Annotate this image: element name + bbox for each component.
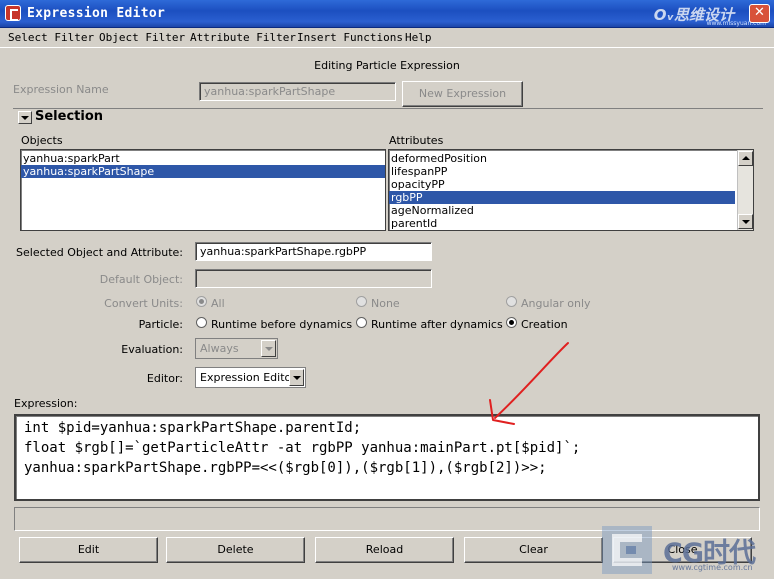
evaluation-label: Evaluation: [121,343,183,356]
convert-units-label: Convert Units: [104,297,183,310]
scroll-down-icon[interactable] [738,214,753,229]
default-object-field[interactable] [195,269,432,288]
attributes-scrollbar[interactable] [737,150,753,230]
convert-units-all-label: All [211,297,225,310]
scroll-up-icon[interactable] [738,151,753,166]
menu-help[interactable]: Help [405,31,432,44]
objects-label: Objects [21,134,63,147]
editor-dropdown[interactable]: Expression Editor [195,367,306,388]
default-object-label: Default Object: [99,273,183,286]
runtime-after-dynamics-radio[interactable] [356,317,367,328]
creation-label: Creation [521,318,568,331]
menu-insert-functions[interactable]: Insert Functions [297,31,403,44]
menu-attribute-filter[interactable]: Attribute Filter [190,31,296,44]
expression-name-field[interactable]: yanhua:sparkPartShape [199,82,396,101]
reload-button[interactable]: Reload [315,537,454,563]
selection-frame-divider [13,108,763,126]
watermark-url: www.cgtime.com.cn [672,563,753,572]
list-item-attribute[interactable]: deformedPosition [389,152,753,165]
evaluation-value: Always [200,342,239,355]
list-item-attribute-selected[interactable]: rgbPP [389,191,735,204]
editor-label: Editor: [146,372,183,385]
clear-button[interactable]: Clear [464,537,603,563]
title-bar[interactable]: Expression Editor Oᵥ思维设计 www.missyuan.co… [0,0,774,28]
convert-units-none-label: None [371,297,400,310]
editing-mode-label: Editing Particle Expression [314,59,460,72]
runtime-before-dynamics-radio[interactable] [196,317,207,328]
attributes-label: Attributes [389,134,444,147]
convert-units-angular-radio[interactable] [506,296,517,307]
delete-button[interactable]: Delete [166,537,305,563]
selected-object-attribute-field[interactable]: yanhua:sparkPartShape.rgbPP [195,242,432,261]
list-item-object-selected[interactable]: yanhua:sparkPartShape [21,165,385,178]
list-item-attribute[interactable]: lifespanPP [389,165,753,178]
list-item-attribute[interactable]: parentId [389,217,753,230]
maya-app-icon[interactable] [5,5,21,21]
menu-select-filter[interactable]: Select Filter [8,31,94,44]
expression-label: Expression: [14,397,78,410]
expression-line: yanhua:sparkPartShape.rgbPP=<<($rgb[0]),… [24,460,547,476]
expression-line: int $pid=yanhua:sparkPartShape.parentId; [24,420,362,436]
edit-button[interactable]: Edit [19,537,158,563]
collapse-arrow-icon[interactable] [18,111,32,124]
new-expression-button[interactable]: New Expression [402,81,523,107]
annotation-arrow-icon [489,342,569,425]
selected-object-attribute-label: Selected Object and Attribute: [16,246,183,259]
expression-text-area[interactable]: int $pid=yanhua:sparkPartShape.parentId;… [14,414,760,501]
particle-label: Particle: [138,318,183,331]
window-close-button[interactable]: ✕ [749,4,770,23]
runtime-before-dynamics-label: Runtime before dynamics [211,318,353,331]
chevron-down-icon[interactable] [261,340,276,357]
creation-radio[interactable] [506,317,517,328]
menu-object-filter[interactable]: Object Filter [99,31,185,44]
list-item-object[interactable]: yanhua:sparkPart [21,152,385,165]
attributes-list[interactable]: deformedPosition lifespanPP opacityPP rg… [388,149,754,231]
menu-bar: Select Filter Object Filter Attribute Fi… [0,28,774,48]
convert-units-none-radio[interactable] [356,296,367,307]
convert-units-all-radio[interactable] [196,296,207,307]
evaluation-dropdown[interactable]: Always [195,338,278,359]
selection-title: Selection [35,109,108,124]
runtime-after-dynamics-label: Runtime after dynamics [371,318,503,331]
editor-value: Expression Editor [200,371,296,384]
objects-list[interactable]: yanhua:sparkPart yanhua:sparkPartShape [20,149,386,231]
window-title: Expression Editor [27,6,166,21]
list-item-attribute[interactable]: opacityPP [389,178,753,191]
list-item-attribute[interactable]: ageNormalized [389,204,753,217]
expression-line: float $rgb[]=`getParticleAttr -at rgbPP … [24,440,581,456]
expression-name-label: Expression Name [13,83,109,96]
convert-units-angular-label: Angular only [521,297,591,310]
chevron-down-icon[interactable] [289,369,304,386]
